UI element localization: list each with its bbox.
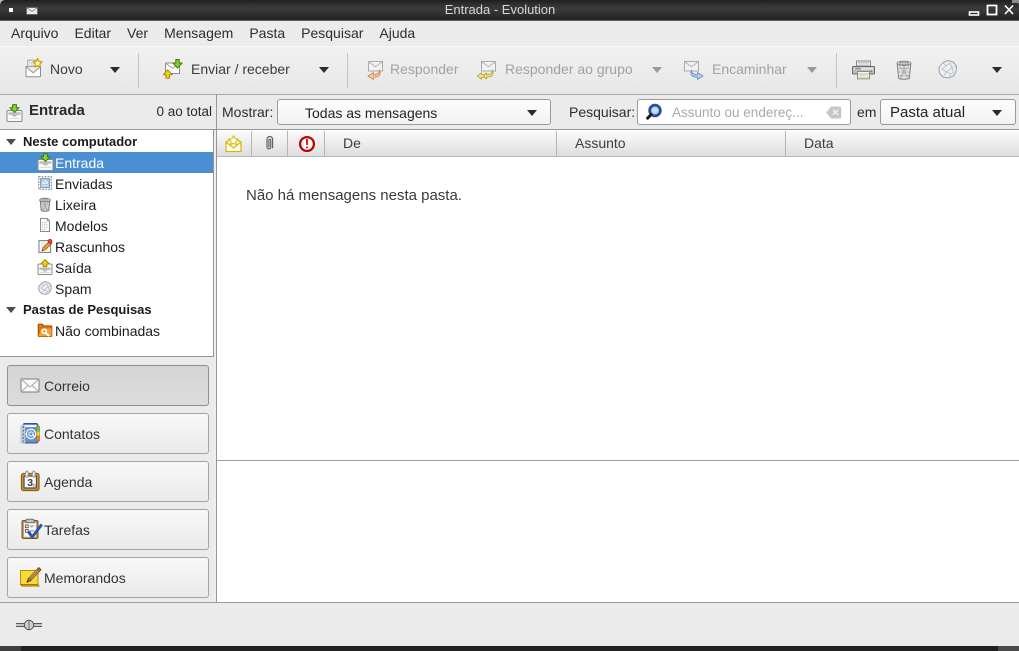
svg-text:3: 3 [27, 477, 33, 489]
